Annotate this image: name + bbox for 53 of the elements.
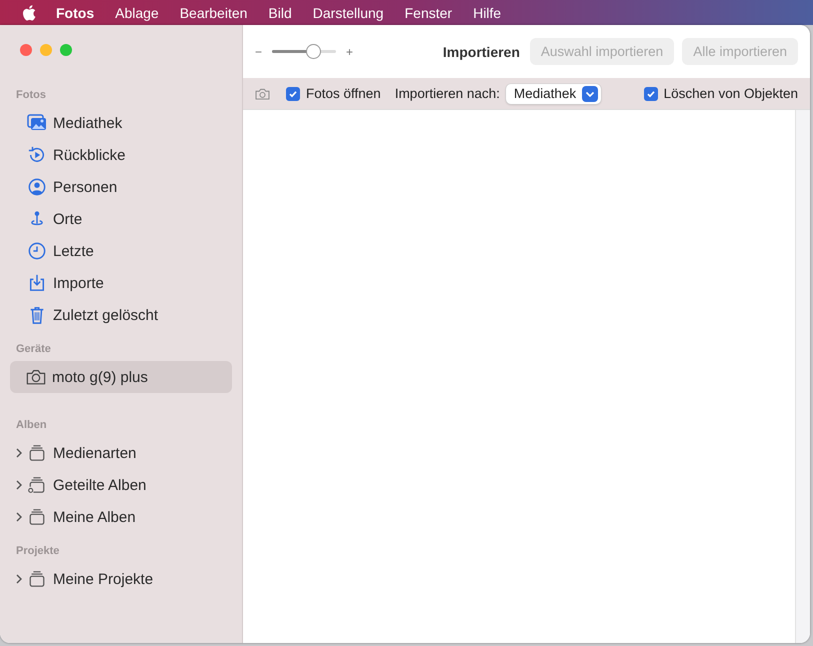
- album-icon: [27, 444, 47, 462]
- sidebar-item[interactable]: Zuletzt gelöscht: [10, 299, 232, 331]
- chevron-icon: [582, 86, 598, 102]
- sidebar-item[interactable]: Orte: [10, 203, 232, 235]
- sidebar-item[interactable]: moto g(9) plus: [10, 361, 232, 393]
- zoom-out-label: −: [255, 44, 262, 58]
- zoom-slider[interactable]: [272, 44, 336, 58]
- import-icon: [27, 274, 47, 292]
- shared-album-icon: [27, 476, 47, 494]
- checkbox-label: Löschen von Objekten: [664, 86, 798, 101]
- photos-icon: [27, 114, 47, 132]
- sidebar-item[interactable]: Medienarten: [10, 437, 232, 469]
- destination-label: Importieren nach:: [394, 86, 500, 101]
- menu-item[interactable]: Ablage: [115, 4, 159, 20]
- section-heading: Alben: [15, 419, 47, 431]
- sidebar-item[interactable]: Rückblicke: [10, 139, 232, 171]
- album-icon: [27, 508, 47, 526]
- memories-icon: [27, 146, 47, 164]
- checkmark-icon: [288, 88, 298, 98]
- sidebar-item[interactable]: Geteilte Alben: [10, 469, 232, 501]
- menu-item[interactable]: Hilfe: [473, 4, 502, 20]
- sidebar-item[interactable]: Importe: [10, 267, 232, 299]
- clock-icon: [27, 242, 47, 260]
- chevron-icon[interactable]: [16, 574, 22, 584]
- album-icon: [27, 570, 47, 588]
- chevron-icon[interactable]: [16, 448, 22, 458]
- checkmark-icon: [646, 88, 656, 98]
- menu-item[interactable]: Bild: [268, 4, 292, 20]
- checkbox-label: Fotos öffnen: [306, 86, 381, 101]
- section-heading: Geräte: [15, 343, 51, 355]
- menu-item[interactable]: Bearbeiten: [180, 4, 248, 20]
- chevron-icon[interactable]: [16, 480, 22, 490]
- menu-item[interactable]: Fotos: [56, 4, 94, 20]
- chevron-icon[interactable]: [16, 512, 22, 522]
- destination-dropdown[interactable]: Mediathek: [506, 84, 602, 104]
- camera-icon: [26, 368, 46, 386]
- sidebar-item[interactable]: Personen: [10, 171, 232, 203]
- sidebar-item[interactable]: Meine Projekte: [10, 563, 232, 595]
- zoom-in-label: +: [346, 44, 354, 58]
- sidebar-item[interactable]: Meine Alben: [10, 501, 232, 533]
- checkbox[interactable]: [286, 86, 300, 100]
- scrollbar-track[interactable]: [795, 110, 810, 643]
- sidebar-item[interactable]: Letzte: [10, 235, 232, 267]
- menu-item[interactable]: Darstellung: [312, 4, 384, 20]
- apple-icon[interactable]: [22, 4, 36, 20]
- section-heading: Fotos: [15, 89, 46, 101]
- checkbox[interactable]: [644, 86, 658, 100]
- toolbar-title: Importieren: [442, 44, 520, 60]
- person-icon: [27, 178, 47, 196]
- menu-item[interactable]: Fenster: [404, 4, 452, 20]
- sidebar-item[interactable]: Mediathek: [10, 107, 232, 139]
- section-heading: Projekte: [15, 545, 60, 557]
- camera-icon: [255, 88, 270, 100]
